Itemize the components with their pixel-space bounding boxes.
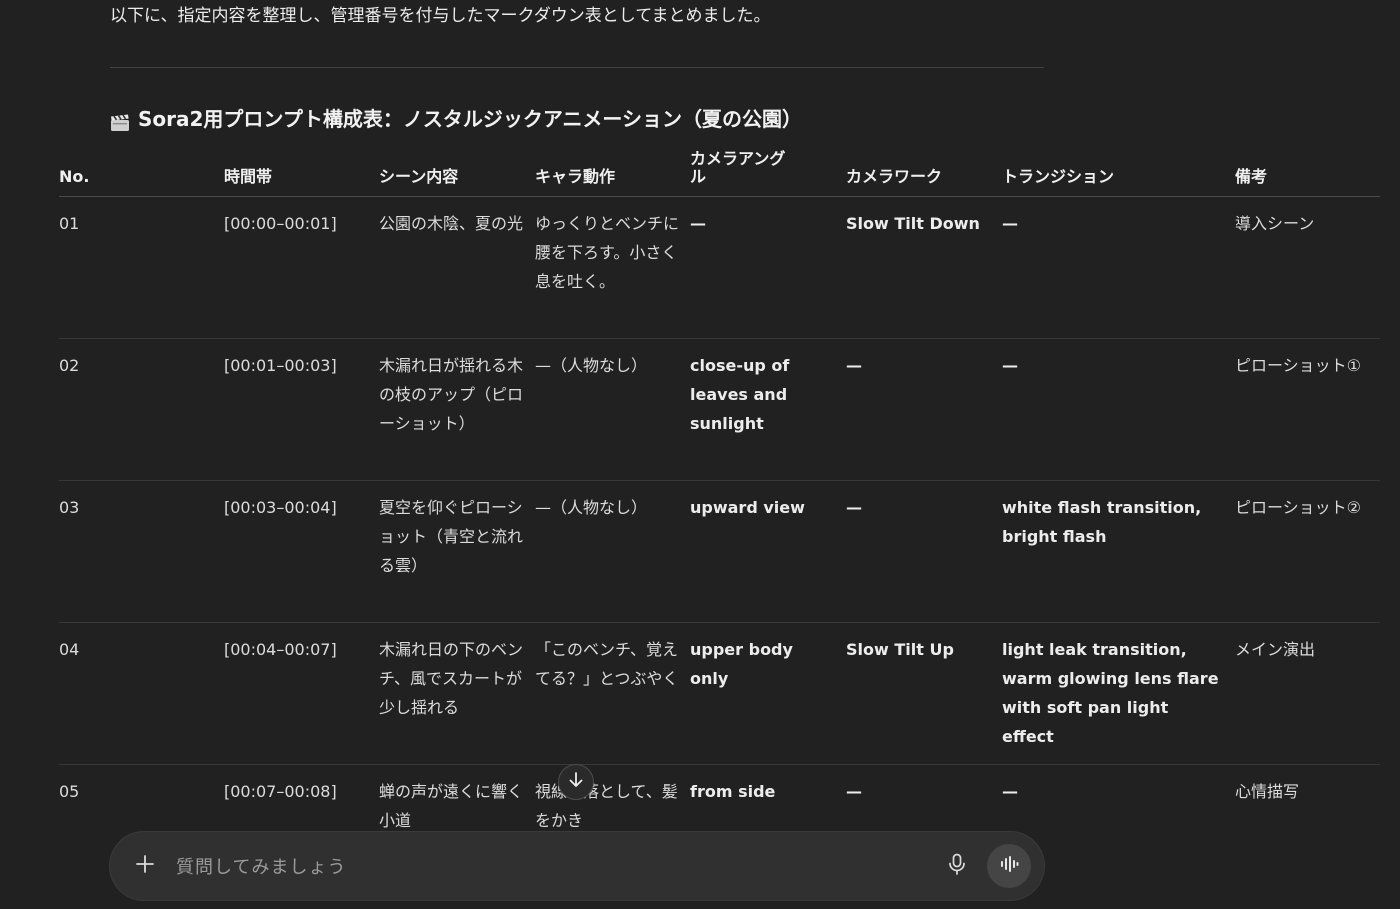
cell-note: ピローショット②: [1235, 480, 1380, 623]
table-row: 04 [00:04–00:07] 木漏れ日の下のベンチ、風でスカートが少し揺れる…: [59, 622, 1380, 765]
table-row: 02 [00:01–00:03] 木漏れ日が揺れる木の枝のアップ（ピローショット…: [59, 338, 1380, 481]
cell-note: 導入シーン: [1235, 196, 1380, 339]
header-action: キャラ動作: [535, 144, 690, 197]
message-composer: [110, 832, 1044, 900]
header-note: 備考: [1235, 144, 1380, 197]
cell-work: Slow Tilt Down: [846, 196, 1002, 339]
cell-time: [00:01–00:03]: [224, 338, 379, 481]
scene-table: No. 時間帯 シーン内容 キャラ動作 カメラアングル カメラワーク トランジシ…: [59, 144, 1380, 849]
scroll-to-bottom-button[interactable]: [558, 764, 594, 800]
cell-transition: —: [1002, 196, 1235, 339]
cell-scene: 夏空を仰ぐピローショット（青空と流れる雲）: [379, 480, 535, 623]
cell-angle: —: [690, 196, 846, 339]
header-no: No.: [59, 144, 224, 197]
voice-mode-icon: [999, 855, 1019, 877]
message-input[interactable]: [174, 846, 918, 888]
cell-work: Slow Tilt Up: [846, 622, 1002, 765]
cell-scene: 木漏れ日の下のベンチ、風でスカートが少し揺れる: [379, 622, 535, 765]
cell-work: —: [846, 338, 1002, 481]
header-scene: シーン内容: [379, 144, 535, 197]
cell-time: [00:00–00:01]: [224, 196, 379, 339]
cell-angle: upper body only: [690, 622, 846, 765]
table-heading-text: Sora2用プロンプト構成表：ノスタルジックアニメーション（夏の公園）: [138, 107, 803, 131]
table-header-row: No. 時間帯 シーン内容 キャラ動作 カメラアングル カメラワーク トランジシ…: [59, 144, 1380, 197]
microphone-icon: [947, 853, 967, 879]
cell-angle: upward view: [690, 480, 846, 623]
dictation-button[interactable]: [942, 851, 972, 881]
voice-mode-button[interactable]: [987, 844, 1031, 888]
chat-page: 以下に、指定内容を整理し、管理番号を付与したマークダウン表としてまとめました。 …: [0, 0, 1400, 909]
cell-note: メイン演出: [1235, 622, 1380, 765]
attach-button[interactable]: [130, 851, 160, 881]
header-transition: トランジション: [1002, 144, 1235, 197]
cell-note: ピローショット①: [1235, 338, 1380, 481]
cell-action: —（人物なし）: [535, 338, 690, 481]
cell-transition: white flash transition, bright flash: [1002, 480, 1235, 623]
cell-action: ゆっくりとベンチに腰を下ろす。小さく息を吐く。: [535, 196, 690, 339]
cell-angle: close-up of leaves and sunlight: [690, 338, 846, 481]
cell-no: 02: [59, 338, 224, 481]
section-divider: [110, 67, 1044, 68]
assistant-intro-text: 以下に、指定内容を整理し、管理番号を付与したマークダウン表としてまとめました。: [110, 6, 771, 26]
clapper-board-icon: [110, 110, 130, 131]
cell-action: —（人物なし）: [535, 480, 690, 623]
table-row: 03 [00:03–00:04] 夏空を仰ぐピローショット（青空と流れる雲） —…: [59, 480, 1380, 623]
plus-icon: [135, 854, 155, 878]
cell-work: —: [846, 480, 1002, 623]
cell-time: [00:04–00:07]: [224, 622, 379, 765]
cell-no: 04: [59, 622, 224, 765]
cell-transition: —: [1002, 338, 1235, 481]
cell-scene: 木漏れ日が揺れる木の枝のアップ（ピローショット）: [379, 338, 535, 481]
cell-time: [00:03–00:04]: [224, 480, 379, 623]
cell-action: 「このベンチ、覚えてる？」とつぶやく: [535, 622, 690, 765]
table-heading: Sora2用プロンプト構成表：ノスタルジックアニメーション（夏の公園）: [110, 104, 802, 134]
arrow-down-icon: [567, 771, 585, 793]
cell-transition: light leak transition, warm glowing lens…: [1002, 622, 1235, 765]
table-row: 01 [00:00–00:01] 公園の木陰、夏の光 ゆっくりとベンチに腰を下ろ…: [59, 196, 1380, 339]
header-angle: カメラアングル: [690, 144, 846, 197]
cell-no: 01: [59, 196, 224, 339]
cell-scene: 公園の木陰、夏の光: [379, 196, 535, 339]
header-time: 時間帯: [224, 144, 379, 197]
cell-no: 03: [59, 480, 224, 623]
header-work: カメラワーク: [846, 144, 1002, 197]
